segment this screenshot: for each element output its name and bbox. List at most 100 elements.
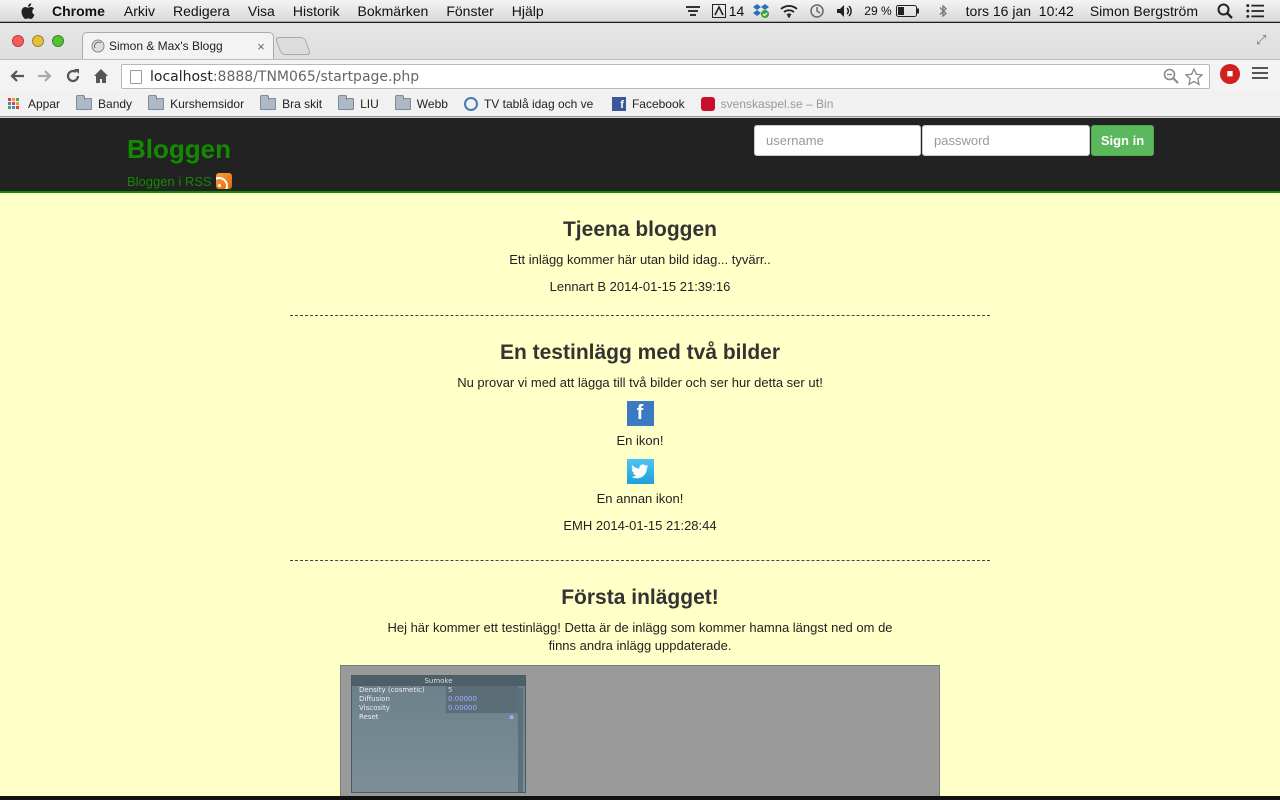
web-page-content: Bloggen Bloggen i RSS Sign in Tjeena blo… xyxy=(0,118,1280,796)
panel-row-label: Reset xyxy=(359,713,379,721)
apple-menu-icon[interactable] xyxy=(20,2,38,20)
username-input[interactable] xyxy=(754,125,921,156)
blog-post: En testinlägg med två bilder Nu provar v… xyxy=(290,341,990,535)
panel-row-value: 0.00000 xyxy=(446,704,518,713)
rss-link[interactable]: Bloggen i RSS xyxy=(127,173,232,189)
dock-edge xyxy=(0,796,1280,800)
rss-link-label: Bloggen i RSS xyxy=(127,173,212,189)
bookmark-label: Webb xyxy=(416,96,448,111)
forward-arrow-icon[interactable] xyxy=(34,65,56,87)
search-zoom-icon[interactable] xyxy=(1163,68,1179,84)
notification-center-icon[interactable] xyxy=(1246,3,1264,19)
panel-row-label: Diffusion xyxy=(359,695,390,703)
adblock-extension-icon[interactable]: ■ xyxy=(1220,64,1240,84)
tray-dropbox-icon[interactable] xyxy=(752,3,770,19)
image-caption: En ikon! xyxy=(616,433,664,448)
menu-hjalp[interactable]: Hjälp xyxy=(512,3,544,19)
menu-app-name[interactable]: Chrome xyxy=(52,3,105,19)
svenskaspel-icon xyxy=(700,96,715,111)
rss-icon xyxy=(215,173,232,189)
macos-menubar: Chrome Arkiv Redigera Visa Historik Bokm… xyxy=(0,0,1280,22)
bookmarks-bar: Appar Bandy Kurshemsidor Bra skit LIU We… xyxy=(0,91,1280,117)
bookmark-svenskaspel[interactable]: svenskaspel.se – Bin xyxy=(700,96,849,111)
bookmark-folder-liu[interactable]: LIU xyxy=(338,94,379,111)
password-input[interactable] xyxy=(922,125,1090,156)
tab-title: Simon & Max's Blogg xyxy=(109,39,223,53)
zoom-window-button[interactable] xyxy=(52,35,64,47)
bookmark-label: Bandy xyxy=(98,96,133,111)
menu-fonster[interactable]: Fönster xyxy=(446,3,493,19)
bookmark-facebook[interactable]: f Facebook xyxy=(611,96,685,111)
bookmark-folder-webb[interactable]: Webb xyxy=(394,94,448,111)
post-image: Sumoke Density (cosmetic) 5 Diffusion 0.… xyxy=(340,665,940,796)
browser-tab-active[interactable]: Simon & Max's Blogg × xyxy=(82,32,274,59)
bookmark-label: LIU xyxy=(360,96,379,111)
fullscreen-icon[interactable]: ⤢ xyxy=(1256,32,1270,47)
battery-percent: 29 % xyxy=(864,4,892,18)
sign-in-button[interactable]: Sign in xyxy=(1091,125,1154,156)
apps-grid-icon xyxy=(8,97,20,110)
site-header: Bloggen Bloggen i RSS Sign in xyxy=(0,118,1280,193)
menu-historik[interactable]: Historik xyxy=(293,3,340,19)
post-body: Nu provar vi med att lägga till två bild… xyxy=(457,375,823,390)
battery-icon[interactable] xyxy=(895,3,920,19)
url-host: localhost xyxy=(150,68,213,85)
bookmark-folder-bandy[interactable]: Bandy xyxy=(76,94,133,111)
folder-icon xyxy=(394,94,411,110)
blog-post: Första inlägget! Hej här kommer ett test… xyxy=(290,586,990,655)
panel-row-value: ▪ xyxy=(509,713,514,721)
omnibox-actions xyxy=(1163,68,1203,86)
image-caption: En annan ikon! xyxy=(596,491,684,506)
bookmark-label: Appar xyxy=(28,96,61,111)
panel-row-label: Density (cosmetic) xyxy=(359,686,425,694)
folder-icon xyxy=(260,94,277,110)
tab-close-icon[interactable]: × xyxy=(255,39,267,54)
reload-icon[interactable] xyxy=(62,65,84,87)
smoke-settings-panel: Sumoke Density (cosmetic) 5 Diffusion 0.… xyxy=(351,675,526,793)
menu-arkiv[interactable]: Arkiv xyxy=(124,3,155,19)
new-tab-button[interactable] xyxy=(274,37,312,55)
bookmark-label: Bra skit xyxy=(282,96,323,111)
bookmark-folder-kurshemsidor[interactable]: Kurshemsidor xyxy=(148,94,245,111)
menu-visa[interactable]: Visa xyxy=(248,3,275,19)
chrome-menu-icon[interactable] xyxy=(1252,65,1268,81)
browser-window-chrome: Simon & Max's Blogg × ⤢ localhost:8888/T… xyxy=(0,23,1280,118)
close-window-button[interactable] xyxy=(12,35,24,47)
menubar-user[interactable]: Simon Bergström xyxy=(1090,3,1198,19)
folder-icon xyxy=(338,94,355,110)
home-icon[interactable] xyxy=(90,65,112,87)
panel-row: Density (cosmetic) 5 xyxy=(352,686,525,695)
tray-fan-icon[interactable] xyxy=(684,3,702,19)
panel-row-label: Viscosity xyxy=(359,704,390,712)
spotlight-search-icon[interactable] xyxy=(1216,3,1234,19)
minimize-window-button[interactable] xyxy=(32,35,44,47)
post-body: Hej här kommer ett testinlägg! Detta är … xyxy=(387,620,893,653)
page-icon xyxy=(130,69,142,84)
back-arrow-icon[interactable] xyxy=(6,65,28,87)
bookmark-star-icon[interactable] xyxy=(1185,68,1203,86)
tray-adobe-icon[interactable] xyxy=(711,3,726,19)
bookmark-tv-tabla[interactable]: TV tablå idag och ve xyxy=(463,96,596,111)
facebook-icon: f xyxy=(626,401,654,426)
bookmark-label: Kurshemsidor xyxy=(170,96,245,111)
site-title[interactable]: Bloggen xyxy=(127,134,231,165)
wifi-icon[interactable] xyxy=(780,3,798,19)
bluetooth-icon[interactable] xyxy=(934,3,952,19)
bookmark-appar[interactable]: Appar xyxy=(8,97,60,111)
post-divider xyxy=(290,560,990,561)
menu-bokmarken[interactable]: Bokmärken xyxy=(358,3,429,19)
time-machine-icon[interactable] xyxy=(808,3,826,19)
panel-row: Reset ▪ xyxy=(352,713,525,722)
browser-toolbar: localhost:8888/TNM065/startpage.php ■ xyxy=(0,59,1280,91)
panel-row-value: 0.00000 xyxy=(446,695,518,704)
menubar-clock[interactable]: tors 16 jan 10:42 xyxy=(966,3,1074,19)
panel-scrollbar xyxy=(518,688,523,792)
post-meta: EMH 2014-01-15 21:28:44 xyxy=(563,518,717,533)
menu-redigera[interactable]: Redigera xyxy=(173,3,230,19)
volume-icon[interactable] xyxy=(836,3,854,19)
bookmark-folder-bra-skit[interactable]: Bra skit xyxy=(260,94,323,111)
address-bar[interactable]: localhost:8888/TNM065/startpage.php xyxy=(121,64,1210,89)
post-divider xyxy=(290,315,990,316)
bookmark-label: svenskaspel.se – Bin xyxy=(720,96,834,111)
address-bar-url[interactable]: localhost:8888/TNM065/startpage.php xyxy=(150,69,419,85)
